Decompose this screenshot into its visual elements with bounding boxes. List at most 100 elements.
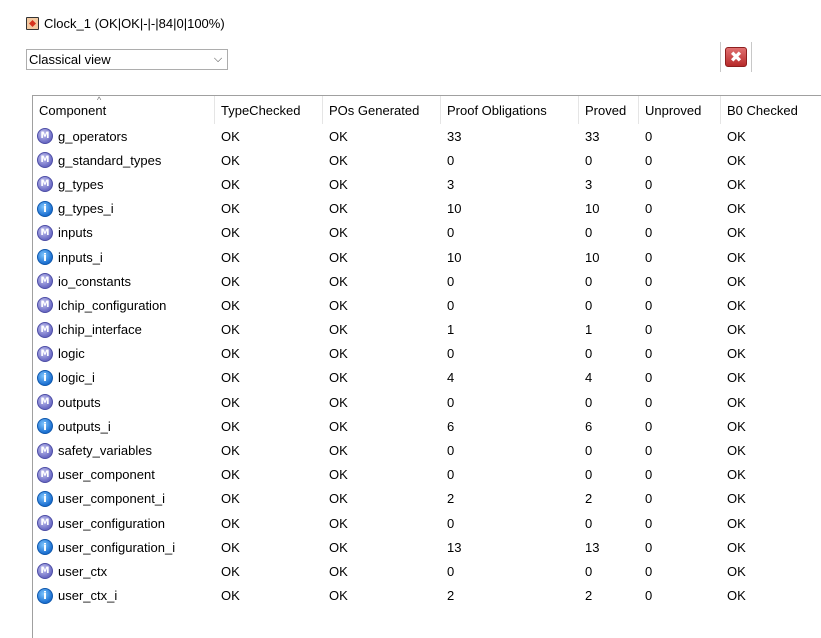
proved-cell: 0 bbox=[585, 394, 593, 410]
component-cell: Mlchip_interface bbox=[33, 321, 215, 338]
pos-generated-cell: OK bbox=[329, 225, 348, 241]
unproved-cell: 0 bbox=[645, 346, 653, 362]
proved-cell: 0 bbox=[585, 297, 593, 313]
typechecked-cell: OK bbox=[221, 394, 240, 410]
component-cell: Mg_standard_types bbox=[33, 152, 215, 169]
view-mode-select[interactable]: Classical view ⌵ bbox=[26, 49, 228, 70]
column-header-pos-generated[interactable]: POs Generated bbox=[323, 96, 441, 124]
implementation-icon: i bbox=[37, 200, 53, 217]
list-item[interactable]: Mlchip_interface OK OK 1 1 0 OK bbox=[33, 318, 821, 342]
component-name: lchip_configuration bbox=[58, 297, 167, 313]
component-name: outputs bbox=[58, 394, 101, 410]
component-name: g_types bbox=[58, 176, 104, 192]
b0-checked-cell: OK bbox=[727, 515, 746, 531]
list-item[interactable]: Mg_standard_types OK OK 0 0 0 OK bbox=[33, 148, 821, 172]
module-icon: M bbox=[37, 321, 53, 338]
proved-cell: 10 bbox=[585, 201, 600, 217]
column-header-proof-obligations[interactable]: Proof Obligations bbox=[441, 96, 579, 124]
component-name: safety_variables bbox=[58, 443, 152, 459]
column-header-proved[interactable]: Proved bbox=[579, 96, 639, 124]
proved-cell: 2 bbox=[585, 491, 593, 507]
module-icon: M bbox=[37, 442, 53, 459]
unproved-cell: 0 bbox=[645, 394, 653, 410]
b0-checked-cell: OK bbox=[727, 346, 746, 362]
list-item[interactable]: Mio_constants OK OK 0 0 0 OK bbox=[33, 269, 821, 293]
column-header-component[interactable]: ^ Component bbox=[33, 96, 215, 124]
proved-cell: 0 bbox=[585, 346, 593, 362]
list-item[interactable]: i logic_i OK OK 4 4 0 OK bbox=[33, 366, 821, 390]
column-header-typechecked[interactable]: TypeChecked bbox=[215, 96, 323, 124]
typechecked-cell: OK bbox=[221, 346, 240, 362]
unproved-cell: 0 bbox=[645, 152, 653, 168]
typechecked-cell: OK bbox=[221, 201, 240, 217]
pos-generated-cell: OK bbox=[329, 346, 348, 362]
b0-checked-cell: OK bbox=[727, 370, 746, 386]
component-cell: i outputs_i bbox=[33, 418, 215, 435]
b0-checked-cell: OK bbox=[727, 322, 746, 338]
typechecked-cell: OK bbox=[221, 297, 240, 313]
unproved-cell: 0 bbox=[645, 443, 653, 459]
list-item[interactable]: i g_types_i OK OK 10 10 0 OK bbox=[33, 197, 821, 221]
b0-checked-cell: OK bbox=[727, 201, 746, 217]
proof-obligations-cell: 0 bbox=[447, 346, 455, 362]
unproved-cell: 0 bbox=[645, 201, 653, 217]
typechecked-cell: OK bbox=[221, 152, 240, 168]
component-cell: Muser_component bbox=[33, 466, 215, 483]
close-project-button[interactable]: ✖ bbox=[720, 42, 752, 72]
unproved-cell: 0 bbox=[645, 273, 653, 289]
list-item[interactable]: Moutputs OK OK 0 0 0 OK bbox=[33, 390, 821, 414]
typechecked-cell: OK bbox=[221, 249, 240, 265]
list-item[interactable]: Muser_ctx OK OK 0 0 0 OK bbox=[33, 559, 821, 583]
list-item[interactable]: Mg_types OK OK 3 3 0 OK bbox=[33, 172, 821, 196]
component-name: io_constants bbox=[58, 273, 131, 289]
unproved-cell: 0 bbox=[645, 539, 653, 555]
proof-obligations-cell: 33 bbox=[447, 128, 462, 144]
list-item[interactable]: Minputs OK OK 0 0 0 OK bbox=[33, 221, 821, 245]
list-item[interactable]: i inputs_i OK OK 10 10 0 OK bbox=[33, 245, 821, 269]
list-item[interactable]: Muser_configuration OK OK 0 0 0 OK bbox=[33, 511, 821, 535]
module-icon: M bbox=[37, 128, 53, 145]
proof-obligations-cell: 10 bbox=[447, 201, 462, 217]
proof-obligations-cell: 0 bbox=[447, 152, 455, 168]
component-cell: i inputs_i bbox=[33, 249, 215, 266]
typechecked-cell: OK bbox=[221, 322, 240, 338]
typechecked-cell: OK bbox=[221, 539, 240, 555]
typechecked-cell: OK bbox=[221, 515, 240, 531]
component-cell: Muser_configuration bbox=[33, 515, 215, 532]
typechecked-cell: OK bbox=[221, 588, 240, 604]
list-item[interactable]: Mg_operators OK OK 33 33 0 OK bbox=[33, 124, 821, 148]
b0-checked-cell: OK bbox=[727, 491, 746, 507]
proved-cell: 0 bbox=[585, 467, 593, 483]
pos-generated-cell: OK bbox=[329, 539, 348, 555]
implementation-icon: i bbox=[37, 369, 53, 386]
list-item[interactable]: i outputs_i OK OK 6 6 0 OK bbox=[33, 414, 821, 438]
list-item[interactable]: Mlogic OK OK 0 0 0 OK bbox=[33, 342, 821, 366]
pos-generated-cell: OK bbox=[329, 515, 348, 531]
unproved-cell: 0 bbox=[645, 515, 653, 531]
list-item[interactable]: Mlchip_configuration OK OK 0 0 0 OK bbox=[33, 293, 821, 317]
component-name: logic_i bbox=[58, 370, 95, 386]
component-name: g_operators bbox=[58, 128, 128, 144]
unproved-cell: 0 bbox=[645, 128, 653, 144]
list-item[interactable]: i user_component_i OK OK 2 2 0 OK bbox=[33, 487, 821, 511]
pos-generated-cell: OK bbox=[329, 273, 348, 289]
proof-obligations-cell: 13 bbox=[447, 539, 462, 555]
list-item[interactable]: Msafety_variables OK OK 0 0 0 OK bbox=[33, 438, 821, 462]
b0-checked-cell: OK bbox=[727, 152, 746, 168]
typechecked-cell: OK bbox=[221, 467, 240, 483]
list-item[interactable]: Muser_component OK OK 0 0 0 OK bbox=[33, 463, 821, 487]
unproved-cell: 0 bbox=[645, 297, 653, 313]
list-item[interactable]: i user_configuration_i OK OK 13 13 0 OK bbox=[33, 535, 821, 559]
b0-checked-cell: OK bbox=[727, 176, 746, 192]
column-header-unproved[interactable]: Unproved bbox=[639, 96, 721, 124]
proved-cell: 6 bbox=[585, 418, 593, 434]
list-item[interactable]: i user_ctx_i OK OK 2 2 0 OK bbox=[33, 584, 821, 608]
module-icon: M bbox=[37, 515, 53, 532]
implementation-icon: i bbox=[37, 249, 53, 266]
column-header-b0-checked[interactable]: B0 Checked bbox=[721, 96, 821, 124]
unproved-cell: 0 bbox=[645, 249, 653, 265]
pos-generated-cell: OK bbox=[329, 176, 348, 192]
pos-generated-cell: OK bbox=[329, 152, 348, 168]
proved-cell: 0 bbox=[585, 273, 593, 289]
implementation-icon: i bbox=[37, 587, 53, 604]
